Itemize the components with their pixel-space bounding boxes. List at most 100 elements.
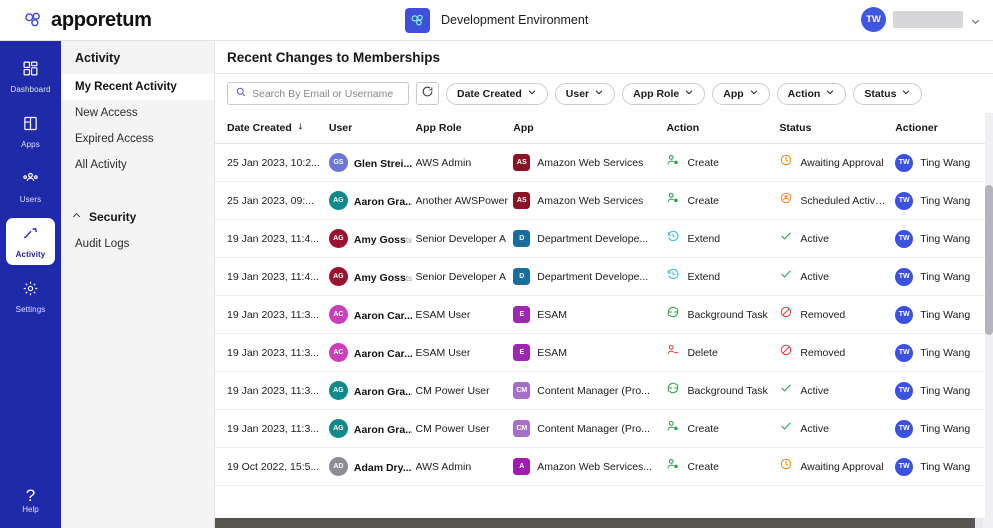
cell-status: Active bbox=[779, 219, 896, 258]
user-add-icon bbox=[666, 153, 680, 172]
brand-logo[interactable]: apporetum bbox=[0, 9, 215, 32]
clock-rewind-icon bbox=[666, 229, 680, 248]
vertical-scrollbar[interactable] bbox=[985, 113, 993, 518]
table-row[interactable]: 25 Jan 2023, 10:2...GSGlen Strei...Glen.… bbox=[215, 143, 993, 182]
cell-date-created: 19 Jan 2023, 11:4... bbox=[215, 219, 329, 258]
date-created-value: 19 Jan 2023, 11:3... bbox=[227, 346, 320, 359]
sidebar-item-dashboard[interactable]: Dashboard bbox=[6, 53, 55, 100]
horizontal-scrollbar-thumb[interactable] bbox=[215, 518, 975, 528]
filter-app-role[interactable]: App Role bbox=[622, 82, 706, 105]
sidebar-item-apps[interactable]: Apps bbox=[6, 108, 55, 155]
column-header-app-role[interactable]: App Role bbox=[415, 113, 514, 144]
filter-date-created[interactable]: Date Created bbox=[446, 82, 548, 105]
chevron-up-icon bbox=[71, 210, 82, 224]
column-header-date-created[interactable]: Date Created bbox=[215, 113, 329, 144]
table-row[interactable]: 19 Jan 2023, 11:3...ACAaron Car...tst.in… bbox=[215, 333, 993, 372]
horizontal-scrollbar[interactable] bbox=[215, 518, 993, 528]
date-created-value: 19 Jan 2023, 11:3... bbox=[227, 308, 320, 321]
user-name: Amy Goss bbox=[353, 271, 406, 284]
app-badge-icon: D bbox=[513, 268, 531, 285]
user-name: Glen Strei... bbox=[353, 157, 412, 170]
column-header-action[interactable]: Action bbox=[666, 113, 780, 144]
cell-app: CM Content Manager (Pro... bbox=[513, 409, 667, 448]
sidebar-item-users[interactable]: Users bbox=[6, 163, 55, 210]
user-name: Adam Dry... bbox=[353, 461, 412, 474]
refresh-button[interactable] bbox=[416, 82, 439, 105]
cell-date-created: 19 Jan 2023, 11:4... bbox=[215, 257, 329, 296]
subnav-item-expired-access[interactable]: Expired Access bbox=[61, 126, 214, 152]
app-role-value: AWS Admin bbox=[415, 460, 472, 473]
column-header-app[interactable]: App bbox=[513, 113, 667, 144]
page-title: Recent Changes to Memberships bbox=[227, 49, 441, 65]
account-menu[interactable]: TW bbox=[861, 7, 981, 32]
date-created-value: 19 Oct 2022, 15:5... bbox=[227, 460, 320, 473]
user-remove-icon bbox=[666, 343, 680, 362]
table-row[interactable]: 25 Jan 2023, 09:...AGAaron Gra...tst.int… bbox=[215, 181, 993, 220]
filter-action[interactable]: Action bbox=[776, 82, 847, 105]
subnav-item-new-access[interactable]: New Access bbox=[61, 100, 214, 126]
chevron-down-icon bbox=[749, 87, 759, 100]
vertical-scrollbar-thumb[interactable] bbox=[985, 185, 993, 335]
table-row[interactable]: 19 Oct 2022, 15:5...ADAdam Dry...tst.int… bbox=[215, 447, 993, 486]
actioner-value: Ting Wang bbox=[920, 194, 971, 207]
chevron-down-icon[interactable] bbox=[970, 14, 981, 25]
cell-app-role: ESAM User bbox=[415, 333, 514, 372]
table-row[interactable]: 19 Jan 2023, 11:4... AG Amy Gosstst.int.Am… bbox=[215, 219, 993, 258]
environment-indicator: Development Environment bbox=[405, 7, 588, 33]
cell-action: Create bbox=[666, 447, 780, 486]
sort-down-arrow-icon bbox=[296, 122, 305, 134]
subnav-item-all-activity[interactable]: All Activity bbox=[61, 152, 214, 178]
memberships-table: Date Created User App Role App Action St… bbox=[215, 113, 993, 486]
sidebar-item-activity[interactable]: Activity bbox=[6, 218, 55, 265]
table-header-row: Date Created User App Role App Action St… bbox=[215, 113, 993, 144]
cell-app-role: AWS Admin bbox=[415, 143, 514, 182]
app-badge-icon: E bbox=[513, 306, 531, 323]
cell-app: A Amazon Web Services... bbox=[513, 447, 667, 486]
subnav-group-security[interactable]: Security bbox=[61, 210, 214, 231]
chevron-down-icon bbox=[594, 87, 604, 100]
search-input[interactable] bbox=[252, 87, 401, 100]
cell-status: Active bbox=[779, 257, 896, 296]
avatar: AG bbox=[328, 267, 348, 286]
column-header-user[interactable]: User bbox=[328, 113, 416, 144]
app-value: ESAM bbox=[537, 308, 568, 321]
scrollbar-corner bbox=[983, 518, 993, 528]
cell-status: Scheduled Activation bbox=[779, 181, 896, 220]
date-created-value: 19 Jan 2023, 11:3... bbox=[227, 422, 320, 435]
cell-user: AG Amy Gosstst.int.Amy.G... bbox=[328, 219, 416, 258]
action-value: Background Task bbox=[687, 308, 768, 321]
table-row[interactable]: 19 Jan 2023, 11:3...ACAaron Car...tst.in… bbox=[215, 295, 993, 334]
table-row[interactable]: 19 Jan 2023, 11:3...AGAaron Gra...tst.in… bbox=[215, 409, 993, 448]
table-row[interactable]: 19 Jan 2023, 11:4... AG Amy Gosstst.int.Am… bbox=[215, 257, 993, 296]
table-row[interactable]: 19 Jan 2023, 11:3...AGAaron Gra...tst.in… bbox=[215, 371, 993, 410]
avatar: TW bbox=[861, 7, 886, 32]
no-entry-icon bbox=[779, 305, 793, 324]
cell-app: AS Amazon Web Services bbox=[513, 181, 667, 220]
filter-app[interactable]: App bbox=[712, 82, 770, 105]
avatar: AG bbox=[328, 419, 348, 438]
sidebar-item-help[interactable]: ? Help bbox=[6, 487, 55, 514]
subnav-item-my-recent-activity[interactable]: My Recent Activity bbox=[61, 74, 214, 100]
cell-user: GSGlen Strei...Glen.Streich... bbox=[328, 143, 416, 182]
cell-actioner: TW Ting Wang bbox=[895, 409, 993, 448]
column-header-status[interactable]: Status bbox=[779, 113, 896, 144]
filter-label: Status bbox=[864, 87, 897, 100]
search-box[interactable] bbox=[227, 82, 409, 105]
refresh-icon bbox=[421, 85, 434, 103]
users-group-icon bbox=[22, 170, 39, 192]
subnav-item-audit-logs[interactable]: Audit Logs bbox=[61, 231, 214, 257]
body-area: Dashboard Apps Users Activity Settings ?… bbox=[0, 41, 993, 528]
subnav-title: Activity bbox=[75, 51, 121, 65]
sidebar-item-settings[interactable]: Settings bbox=[6, 273, 55, 320]
cell-date-created: 19 Jan 2023, 11:3... bbox=[215, 371, 329, 410]
chevron-down-icon bbox=[901, 87, 911, 100]
cell-status: Active bbox=[779, 371, 896, 410]
filter-status[interactable]: Status bbox=[853, 82, 923, 105]
cell-action: Extend bbox=[666, 257, 780, 296]
column-header-actioner[interactable]: Actioner bbox=[895, 113, 993, 144]
cell-status: Removed bbox=[779, 333, 896, 372]
cell-app-role: AWS Admin bbox=[415, 447, 514, 486]
filter-user[interactable]: User bbox=[554, 82, 616, 105]
question-mark-icon: ? bbox=[25, 486, 36, 505]
sidebar-item-label: Users bbox=[19, 194, 42, 204]
